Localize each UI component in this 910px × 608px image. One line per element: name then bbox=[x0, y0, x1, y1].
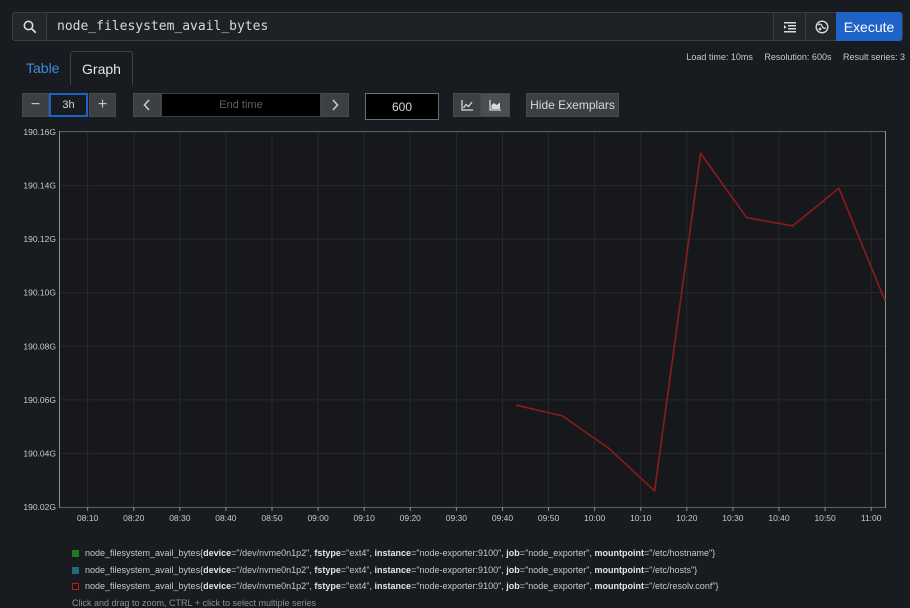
legend-metric: node_filesystem_avail_bytes bbox=[85, 565, 201, 575]
label-key: job bbox=[506, 581, 520, 591]
x-tick-label: 08:10 bbox=[77, 513, 99, 523]
label-value: "ext4" bbox=[346, 581, 370, 591]
label-key: device bbox=[203, 565, 232, 575]
label-value: "node-exporter:9100" bbox=[416, 581, 502, 591]
y-tick-label: 190.12G bbox=[23, 234, 56, 244]
x-tick-label: 09:30 bbox=[446, 513, 468, 523]
y-tick-label: 190.04G bbox=[23, 448, 56, 458]
y-tick-label: 190.10G bbox=[23, 288, 56, 298]
label-value: "node_exporter" bbox=[525, 548, 590, 558]
label-key: fstype bbox=[314, 581, 341, 591]
legend-item[interactable]: node_filesystem_avail_bytes{device="/dev… bbox=[72, 581, 719, 591]
y-tick-label: 190.14G bbox=[23, 181, 56, 191]
y-axis: 190.16G 190.14G 190.12G 190.10G 190.08G 190.0… bbox=[23, 127, 56, 512]
chart-hint: Click and drag to zoom, CTRL + click to … bbox=[72, 598, 317, 608]
y-tick-label: 190.08G bbox=[23, 341, 56, 351]
legend-item[interactable]: node_filesystem_avail_bytes{device="/dev… bbox=[72, 565, 697, 575]
x-tick-label: 09:10 bbox=[354, 513, 376, 523]
legend-metric: node_filesystem_avail_bytes bbox=[85, 548, 201, 558]
label-value: "node-exporter:9100" bbox=[416, 548, 502, 558]
x-tick-label: 10:20 bbox=[676, 513, 698, 523]
x-axis: 08:10 08:20 08:30 08:40 08:50 09:00 09:10 09:20… bbox=[77, 507, 882, 523]
x-tick-label: 10:00 bbox=[584, 513, 606, 523]
label-key: job bbox=[506, 548, 520, 558]
y-tick-label: 190.06G bbox=[23, 395, 56, 405]
x-tick-label: 08:40 bbox=[215, 513, 237, 523]
label-value: "node_exporter" bbox=[525, 581, 590, 591]
label-key: mountpoint bbox=[594, 581, 644, 591]
legend-swatch bbox=[72, 583, 79, 590]
label-key: device bbox=[203, 548, 232, 558]
x-tick-label: 09:40 bbox=[492, 513, 514, 523]
x-tick-label: 10:40 bbox=[768, 513, 790, 523]
legend-swatch bbox=[72, 550, 79, 557]
label-value: "/etc/hosts" bbox=[649, 565, 695, 575]
label-value: "ext4" bbox=[346, 565, 370, 575]
x-tick-label: 09:00 bbox=[307, 513, 329, 523]
x-tick-label: 10:50 bbox=[814, 513, 836, 523]
label-value: "/dev/nvme0n1p2" bbox=[236, 565, 310, 575]
x-tick-label: 09:50 bbox=[538, 513, 560, 523]
label-key: instance bbox=[374, 565, 412, 575]
label-key: mountpoint bbox=[594, 548, 644, 558]
plot-area bbox=[59, 131, 886, 508]
label-value: "/dev/nvme0n1p2" bbox=[236, 548, 310, 558]
y-tick-label: 190.02G bbox=[23, 502, 56, 512]
label-value: "/dev/nvme0n1p2" bbox=[236, 581, 310, 591]
x-tick-label: 09:20 bbox=[400, 513, 422, 523]
legend-item[interactable]: node_filesystem_avail_bytes{device="/dev… bbox=[72, 548, 715, 558]
label-value: "ext4" bbox=[346, 548, 370, 558]
x-tick-label: 08:20 bbox=[123, 513, 145, 523]
x-tick-label: 10:30 bbox=[722, 513, 744, 523]
y-tick-label: 190.16G bbox=[23, 127, 56, 137]
label-key: device bbox=[203, 581, 232, 591]
x-tick-label: 08:30 bbox=[169, 513, 191, 523]
label-value: "node-exporter:9100" bbox=[416, 565, 502, 575]
x-tick-label: 10:10 bbox=[630, 513, 652, 523]
label-value: "node_exporter" bbox=[525, 565, 590, 575]
label-key: instance bbox=[374, 581, 412, 591]
label-key: instance bbox=[374, 548, 412, 558]
label-key: job bbox=[506, 565, 520, 575]
label-value: "/etc/hostname" bbox=[649, 548, 713, 558]
x-tick-label: 11:00 bbox=[861, 513, 882, 523]
label-key: fstype bbox=[314, 548, 341, 558]
legend-swatch bbox=[72, 567, 79, 574]
legend-metric: node_filesystem_avail_bytes bbox=[85, 581, 201, 591]
label-key: fstype bbox=[314, 565, 341, 575]
label-value: "/etc/resolv.conf" bbox=[649, 581, 716, 591]
label-key: mountpoint bbox=[594, 565, 644, 575]
x-tick-label: 08:50 bbox=[261, 513, 283, 523]
graph-chart[interactable]: 190.16G 190.14G 190.12G 190.10G 190.08G 190.0… bbox=[0, 0, 910, 545]
